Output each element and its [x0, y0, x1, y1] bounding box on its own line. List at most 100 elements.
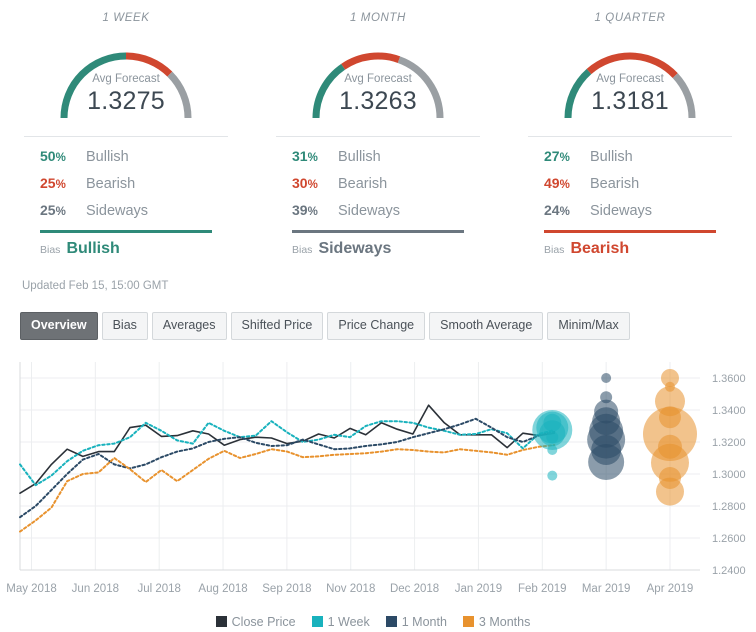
- chart-x-tick-label: Aug 2018: [198, 583, 247, 595]
- stat-percent: 31%: [292, 148, 318, 164]
- stat-label: Bearish: [338, 176, 388, 192]
- stat-label: Sideways: [86, 203, 149, 219]
- bias-row: Bias Sideways: [274, 233, 482, 258]
- chart-forecast-bubble[interactable]: [601, 372, 612, 383]
- tab-bias[interactable]: Bias: [101, 311, 148, 340]
- stat-percent: 25%: [40, 202, 66, 218]
- gauge-segment-bullish: [60, 52, 127, 119]
- chart-forecast-bubble[interactable]: [547, 470, 558, 481]
- chart-y-tick-label: 1.2600: [712, 533, 746, 545]
- chart-x-tick-label: Dec 2018: [390, 583, 439, 595]
- gauge-segment-bullish: [312, 63, 346, 119]
- legend-label: 1 Week: [327, 614, 370, 629]
- bias-label: Bias: [40, 243, 61, 256]
- stat-percent: 50%: [40, 148, 66, 164]
- chart-x-tick-label: Feb 2019: [518, 583, 567, 595]
- gauge-segment-bearish: [125, 52, 173, 77]
- stat-row-sideways: 25% Sideways: [22, 197, 230, 224]
- legend-label: 3 Months: [478, 614, 531, 629]
- chart-y-tick-label: 1.3200: [712, 437, 746, 449]
- legend-item-1-week[interactable]: 1 Week: [311, 614, 370, 629]
- panel-divider: [276, 136, 480, 137]
- legend-label: 1 Month: [401, 614, 447, 629]
- chart-forecast-bubble[interactable]: [547, 444, 558, 455]
- gauge-arc-svg: [312, 52, 444, 119]
- stat-label: Bearish: [590, 176, 640, 192]
- stat-label: Bullish: [590, 149, 633, 165]
- bias-value: Bullish: [66, 239, 120, 257]
- stat-row-bearish: 25% Bearish: [22, 170, 230, 197]
- stat-label: Sideways: [338, 203, 401, 219]
- legend-swatch-close-price: [215, 616, 227, 627]
- bias-row: Bias Bearish: [526, 233, 734, 258]
- bias-label: Bias: [292, 243, 313, 256]
- legend-swatch-1-month: [385, 616, 397, 627]
- gauge-segment-bearish: [586, 52, 678, 79]
- chart-y-tick-label: 1.3000: [712, 469, 746, 481]
- chart-y-tick-label: 1.2400: [712, 565, 746, 577]
- stat-row-sideways: 39% Sideways: [274, 197, 482, 224]
- gauge-segment-sideways: [167, 71, 192, 119]
- chart-x-tick-label: Jan 2019: [455, 583, 502, 595]
- legend-item-1-month[interactable]: 1 Month: [385, 614, 447, 629]
- bias-value: Sideways: [318, 239, 392, 257]
- gauge-1-quarter: Avg Forecast 1.3181: [526, 30, 734, 126]
- stat-label: Bullish: [338, 149, 381, 165]
- gauge-arc-svg: [60, 52, 192, 119]
- chart-x-tick-label: Mar 2019: [582, 583, 631, 595]
- gauge-segment-bearish: [341, 52, 401, 70]
- stat-row-bullish: 27% Bullish: [526, 143, 734, 170]
- chart-legend: Close Price 1 Week 1 Month 3 Months: [0, 615, 756, 629]
- chart-x-tick-label: Nov 2018: [326, 583, 375, 595]
- forecast-panel-1-week: 1 WEEK Avg Forecast 1.3275 50% Bullish 2…: [0, 8, 252, 258]
- legend-swatch-1-week: [311, 616, 323, 627]
- chart-forecast-bubble[interactable]: [655, 477, 684, 506]
- chart-x-tick-label: Jun 2018: [72, 583, 119, 595]
- stat-row-bullish: 50% Bullish: [22, 143, 230, 170]
- legend-item-3-months[interactable]: 3 Months: [462, 614, 531, 629]
- panel-title: 1 WEEK: [102, 12, 150, 24]
- chart-y-tick-label: 1.3400: [712, 405, 746, 417]
- tab-averages[interactable]: Averages: [151, 311, 227, 340]
- chart-canvas: 1.3600 1.3400 1.3200 1.3000 1.2800 1.2600 1.24…: [6, 361, 746, 595]
- chart-y-tick-label: 1.3600: [712, 373, 746, 385]
- stat-row-bullish: 31% Bullish: [274, 143, 482, 170]
- chart-forecast-bubble[interactable]: [588, 443, 625, 480]
- chart-x-tick-label: Sep 2018: [262, 583, 311, 595]
- tab-minim-max[interactable]: Minim/Max: [547, 311, 630, 340]
- panel-title: 1 QUARTER: [594, 12, 666, 24]
- tab-smooth-average[interactable]: Smooth Average: [429, 311, 544, 340]
- tab-overview[interactable]: Overview: [20, 311, 98, 340]
- chart-forecast-bubble[interactable]: [546, 430, 559, 443]
- stat-row-bearish: 49% Bearish: [526, 170, 734, 197]
- chart-y-tick-label: 1.2800: [712, 501, 746, 513]
- bias-value: Bearish: [570, 239, 630, 257]
- stat-row-bearish: 30% Bearish: [274, 170, 482, 197]
- stat-label: Bullish: [86, 149, 129, 165]
- gauge-segment-bullish: [564, 68, 592, 119]
- gauge-1-week: Avg Forecast 1.3275: [22, 30, 230, 126]
- stat-row-sideways: 24% Sideways: [526, 197, 734, 224]
- forecast-panel-1-quarter: 1 QUARTER Avg Forecast 1.3181 27% Bullis…: [504, 8, 756, 258]
- legend-label: Close Price: [231, 614, 296, 629]
- chart-x-tick-label: May 2018: [6, 583, 57, 595]
- panel-title: 1 MONTH: [350, 12, 406, 24]
- stat-label: Bearish: [86, 176, 136, 192]
- sentiment-stats: 31% Bullish 30% Bearish 39% Sideways: [274, 143, 482, 224]
- forecast-chart[interactable]: 1.3600 1.3400 1.3200 1.3000 1.2800 1.2600 1.24…: [0, 348, 756, 613]
- gauge-segment-sideways: [397, 56, 444, 119]
- stat-percent: 30%: [292, 175, 318, 191]
- tab-shifted-price[interactable]: Shifted Price: [230, 311, 324, 340]
- bias-label: Bias: [544, 243, 565, 256]
- stat-percent: 25%: [40, 175, 66, 191]
- tab-price-change[interactable]: Price Change: [327, 311, 426, 340]
- stat-label: Sideways: [590, 203, 653, 219]
- chart-x-tick-label: Apr 2019: [647, 583, 694, 595]
- legend-item-close-price[interactable]: Close Price: [215, 614, 296, 629]
- sentiment-stats: 27% Bullish 49% Bearish 24% Sideways: [526, 143, 734, 224]
- forecast-panel-1-month: 1 MONTH Avg Forecast 1.3263 31% Bullish …: [252, 8, 504, 258]
- stat-percent: 49%: [544, 175, 570, 191]
- chart-tab-bar: Overview Bias Averages Shifted Price Pri…: [0, 292, 756, 340]
- legend-swatch-3-months: [462, 616, 474, 627]
- sentiment-stats: 50% Bullish 25% Bearish 25% Sideways: [22, 143, 230, 224]
